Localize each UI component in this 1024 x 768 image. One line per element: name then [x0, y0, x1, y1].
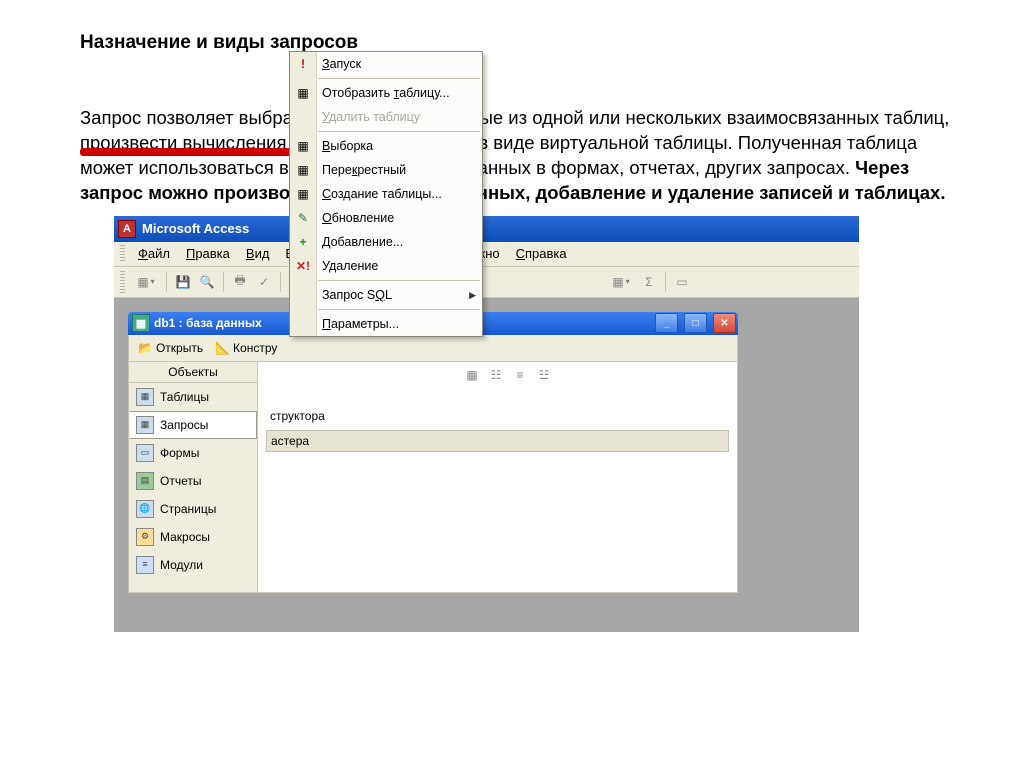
submenu-arrow-icon: ▶ — [469, 290, 482, 301]
sum-button[interactable]: Σ — [638, 271, 660, 293]
toolbar-grip-icon — [120, 271, 125, 293]
create-stub-1[interactable]: структора — [266, 406, 729, 426]
menubar-grip-icon — [120, 245, 125, 263]
dbwin-title: db1 : база данных — [154, 316, 262, 330]
show-table-icon: ▦ — [290, 86, 316, 100]
create-stub-2[interactable]: астера — [266, 430, 729, 452]
show-table-button[interactable]: ▦ — [606, 271, 636, 293]
update-icon: ✎ — [290, 211, 316, 225]
sidebar-item-macros[interactable]: ⚙ Макросы — [129, 523, 257, 551]
sidebar-item-reports[interactable]: ▤ Отчеты — [129, 467, 257, 495]
design-button[interactable]: 📐 Констру — [210, 339, 282, 357]
properties-button[interactable]: ▭ — [671, 271, 693, 293]
design-icon: 📐 — [215, 341, 230, 355]
database-window: ▦ db1 : база данных _ □ ✕ 📂 Открыть 📐 Ко… — [128, 312, 738, 593]
intro-paragraph: Запрос позволяет выбрать необходимые дан… — [80, 106, 954, 206]
query-menu-dropdown: ! Запуск ▦ Отобразить таблицу... Удалить… — [289, 51, 483, 337]
intro-plain: Запрос позволяет выбрать необходимые дан… — [80, 107, 949, 178]
menuitem-delete[interactable]: ✕! Удаление — [290, 254, 482, 278]
tables-icon: ▦ — [136, 388, 154, 406]
append-icon: + — [290, 235, 316, 249]
list-button[interactable]: ≡ — [509, 364, 531, 386]
toolbar: ▦ 💾 🔍 🖶 ✓ ✂ ! ▦ Σ ▭ — [114, 267, 859, 298]
menu-view[interactable]: Вид — [239, 244, 277, 263]
menuitem-append[interactable]: + Добавление... — [290, 230, 482, 254]
menu-help[interactable]: Справка — [509, 244, 574, 263]
sidebar-item-forms[interactable]: ▭ Формы — [129, 439, 257, 467]
run-icon: ! — [290, 57, 316, 71]
dbwin-content: ▦ ☷ ≡ ☳ структора астера — [258, 362, 737, 592]
app-titlebar: A Microsoft Access — [114, 216, 859, 242]
print-button[interactable]: 🖶 — [229, 271, 251, 293]
menuitem-crosstab[interactable]: ▦ Перекрестный — [290, 158, 482, 182]
sidebar-item-modules[interactable]: ≡ Модули — [129, 551, 257, 579]
dbwin-close-button[interactable]: ✕ — [713, 313, 736, 333]
spelling-button[interactable]: ✓ — [253, 271, 275, 293]
sidebar-item-tables[interactable]: ▦ Таблицы — [129, 383, 257, 411]
dbwin-minimize-button[interactable]: _ — [655, 313, 678, 333]
macros-icon: ⚙ — [136, 528, 154, 546]
menuitem-select[interactable]: ▦ Выборка — [290, 134, 482, 158]
access-screenshot: A Microsoft Access Файл Правка Вид Встав… — [114, 216, 859, 632]
save-button[interactable]: 💾 — [172, 271, 194, 293]
dbwin-maximize-button[interactable]: □ — [684, 313, 707, 333]
page-title: Назначение и виды запросов — [80, 32, 954, 54]
forms-icon: ▭ — [136, 444, 154, 462]
menuitem-run[interactable]: ! Запуск — [290, 52, 482, 76]
menuitem-sql[interactable]: Запрос SQL ▶ — [290, 283, 482, 307]
modules-icon: ≡ — [136, 556, 154, 574]
menuitem-make-table[interactable]: ▦ Создание таблицы... — [290, 182, 482, 206]
print-preview-button[interactable]: 🔍 — [196, 271, 218, 293]
mdi-workspace: ▦ db1 : база данных _ □ ✕ 📂 Открыть 📐 Ко… — [114, 298, 859, 632]
make-table-icon: ▦ — [290, 187, 316, 201]
objects-header: Объекты — [129, 362, 257, 383]
reports-icon: ▤ — [136, 472, 154, 490]
dbwin-toolbar: 📂 Открыть 📐 Констру — [128, 335, 738, 362]
pages-icon: 🌐 — [136, 500, 154, 518]
delete-icon: ✕! — [290, 259, 316, 273]
large-icons-button[interactable]: ▦ — [461, 364, 483, 386]
menuitem-remove-table: Удалить таблицу — [290, 105, 482, 129]
access-app-icon: A — [118, 220, 136, 238]
queries-icon: ▦ — [136, 416, 154, 434]
open-icon: 📂 — [138, 341, 153, 355]
open-button[interactable]: 📂 Открыть — [133, 339, 208, 357]
crosstab-icon: ▦ — [290, 163, 316, 177]
view-dropdown-button[interactable]: ▦ — [131, 271, 161, 293]
select-icon: ▦ — [290, 139, 316, 153]
app-title: Microsoft Access — [142, 221, 249, 236]
menuitem-show-table[interactable]: ▦ Отобразить таблицу... — [290, 81, 482, 105]
menu-bar: Файл Правка Вид Вставка Запрос Сервис Ок… — [114, 242, 859, 267]
small-icons-button[interactable]: ☷ — [485, 364, 507, 386]
menuitem-params[interactable]: Параметры... — [290, 312, 482, 336]
objects-sidebar: Объекты ▦ Таблицы ▦ Запросы ▭ Формы — [129, 362, 258, 592]
sidebar-item-queries[interactable]: ▦ Запросы — [129, 411, 257, 439]
menu-file[interactable]: Файл — [131, 244, 177, 263]
menuitem-update[interactable]: ✎ Обновление — [290, 206, 482, 230]
dbwin-icon: ▦ — [132, 314, 150, 332]
details-button[interactable]: ☳ — [533, 364, 555, 386]
menu-edit[interactable]: Правка — [179, 244, 237, 263]
sidebar-item-pages[interactable]: 🌐 Страницы — [129, 495, 257, 523]
